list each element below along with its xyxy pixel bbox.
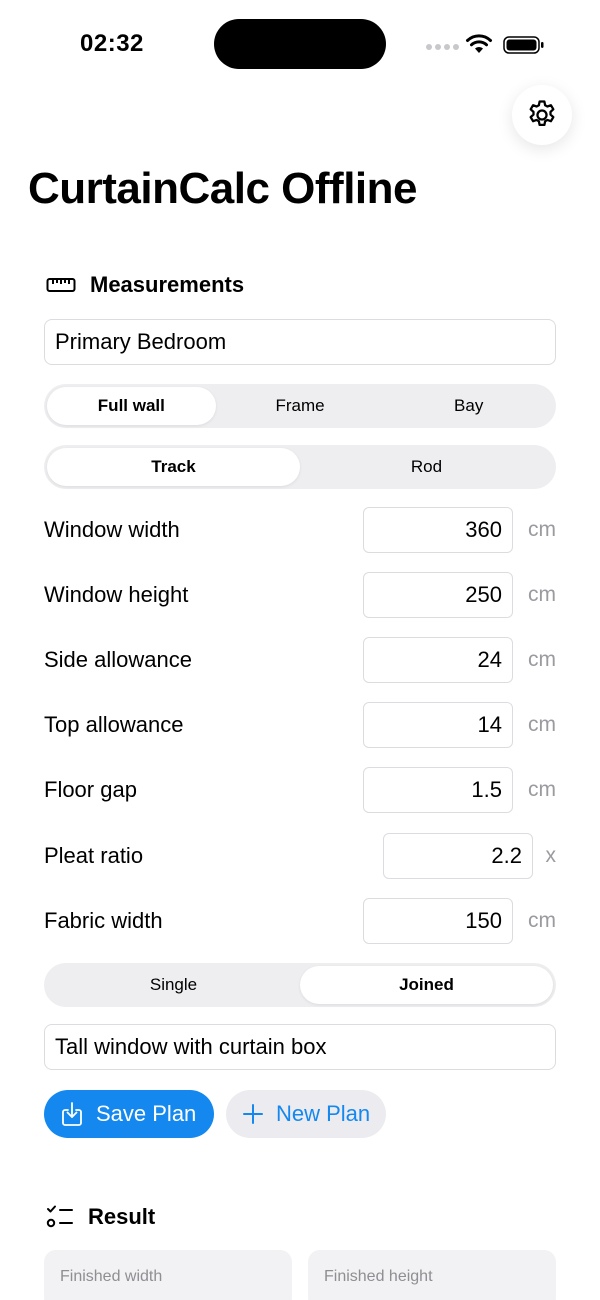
field-unit: cm — [528, 518, 556, 541]
room-name-field[interactable]: Primary Bedroom — [44, 319, 556, 365]
page-title: CurtainCalc Offline — [28, 164, 418, 213]
plus-icon — [243, 1104, 263, 1124]
measurements-title: Measurements — [90, 272, 245, 297]
field-label: Top allowance — [44, 712, 184, 737]
segment-frame[interactable]: Frame — [216, 387, 385, 425]
field-label: Fabric width — [44, 908, 163, 933]
field-unit: cm — [528, 778, 556, 801]
top-allowance-input[interactable]: 14 — [363, 702, 513, 748]
result-card-label: Finished width — [60, 1268, 163, 1285]
field-label: Side allowance — [44, 647, 192, 672]
field-unit: x — [545, 844, 557, 867]
window-height-input[interactable]: 250 — [363, 572, 513, 618]
window-width-input[interactable]: 360 — [363, 507, 513, 553]
floor-gap-row: Floor gap 1.5 cm — [44, 767, 556, 813]
window-height-row: Window height 250 cm — [44, 572, 556, 618]
segment-rod[interactable]: Rod — [300, 448, 553, 486]
segment-bay[interactable]: Bay — [384, 387, 553, 425]
field-unit: cm — [528, 648, 556, 671]
dynamic-island — [214, 19, 386, 69]
fabric-width-row: Fabric width 150 cm — [44, 898, 556, 944]
fabric-width-input[interactable]: 150 — [363, 898, 513, 944]
field-label: Window height — [44, 582, 189, 607]
status-bar: 02:32 — [0, 0, 600, 90]
measurements-header: Measurements — [46, 272, 244, 298]
segment-full-wall[interactable]: Full wall — [47, 387, 216, 425]
result-card-label: Finished height — [324, 1268, 433, 1285]
finished-height-card: Finished height — [308, 1250, 556, 1300]
panel-type-segmented[interactable]: Single Joined — [44, 963, 556, 1007]
mount-type-segmented[interactable]: Full wall Frame Bay — [44, 384, 556, 428]
save-plan-label: Save Plan — [96, 1101, 197, 1126]
new-plan-button[interactable]: New Plan — [226, 1090, 387, 1138]
status-time: 02:32 — [80, 30, 144, 57]
result-title: Result — [88, 1204, 156, 1229]
field-unit: cm — [528, 583, 556, 606]
segment-track[interactable]: Track — [47, 448, 300, 486]
finished-width-card: Finished width — [44, 1250, 292, 1300]
new-plan-label: New Plan — [276, 1101, 371, 1126]
field-unit: cm — [528, 909, 556, 932]
window-width-row: Window width 360 cm — [44, 507, 556, 553]
gear-icon — [529, 100, 555, 127]
segment-joined[interactable]: Joined — [300, 966, 553, 1004]
pleat-ratio-row: Pleat ratio 2.2 x — [44, 833, 556, 879]
settings-button[interactable] — [512, 85, 572, 145]
save-plan-button[interactable]: Save Plan — [44, 1090, 215, 1138]
cellular-signal-icon — [426, 44, 459, 50]
side-allowance-input[interactable]: 24 — [363, 637, 513, 683]
pleat-ratio-input[interactable]: 2.2 — [383, 833, 533, 879]
field-label: Window width — [44, 517, 180, 542]
top-allowance-row: Top allowance 14 cm — [44, 702, 556, 748]
hardware-type-segmented[interactable]: Track Rod — [44, 445, 556, 489]
field-label: Floor gap — [44, 777, 137, 802]
battery-icon — [503, 36, 544, 54]
notes-field[interactable]: Tall window with curtain box — [44, 1024, 556, 1070]
ruler-icon — [46, 278, 76, 292]
field-unit: cm — [528, 713, 556, 736]
floor-gap-input[interactable]: 1.5 — [363, 767, 513, 813]
checklist-icon — [46, 1205, 73, 1228]
download-tray-icon — [62, 1102, 82, 1126]
field-label: Pleat ratio — [44, 843, 144, 868]
result-header: Result — [46, 1204, 155, 1230]
wifi-icon — [466, 34, 492, 53]
side-allowance-row: Side allowance 24 cm — [44, 637, 556, 683]
segment-single[interactable]: Single — [47, 966, 300, 1004]
